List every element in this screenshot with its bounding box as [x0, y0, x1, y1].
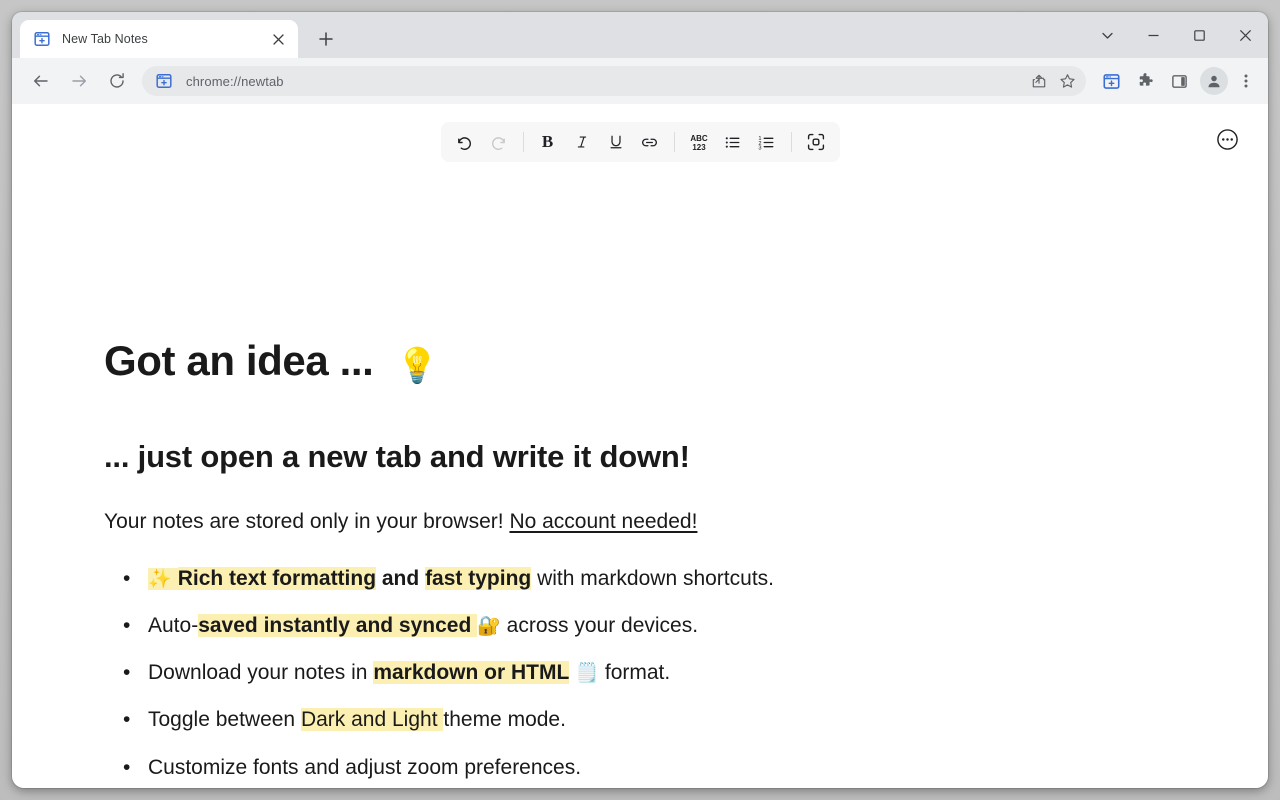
note-heading-text: Got an idea ... [104, 337, 373, 384]
bullet-autosave-part-0: Auto- [148, 614, 198, 637]
tab-title: New Tab Notes [62, 32, 268, 46]
note-subheading: ... just open a new tab and write it dow… [104, 438, 1208, 475]
new-tab-button[interactable] [312, 25, 340, 53]
note-lead-underlined: No account needed! [509, 510, 697, 533]
share-icon[interactable] [1026, 68, 1052, 94]
lightbulb-icon: 💡 [396, 346, 438, 386]
word-count-button[interactable]: ABC 123 [682, 127, 716, 157]
bullet-autosave-part-2: 🔐 [477, 615, 501, 637]
toolbar-divider [791, 132, 792, 152]
numbered-list-button[interactable]: 1 2 3 [750, 127, 784, 157]
page-content: B [12, 104, 1268, 788]
bullet-autosave-part-1: saved instantly and synced [198, 614, 477, 637]
extensions-puzzle-icon[interactable] [1130, 66, 1160, 96]
bullet-rich-text-part-2: and [376, 567, 425, 590]
site-favicon-icon [156, 73, 172, 89]
bullet-rich-text-part-4: with markdown shortcuts. [531, 567, 774, 590]
redo-button[interactable] [482, 127, 516, 157]
editor-toolbar: B [441, 122, 840, 162]
minimize-button[interactable] [1130, 15, 1176, 55]
bullet-download-part-3: format. [599, 661, 670, 684]
focus-mode-button[interactable] [799, 127, 833, 157]
bullet-download: Download your notes in markdown or HTML … [148, 660, 1208, 686]
note-lead-plain: Your notes are stored only in your brows… [104, 510, 509, 533]
note-editor[interactable]: Got an idea ... 💡 ... just open a new ta… [104, 336, 1208, 788]
reload-button[interactable] [102, 66, 132, 96]
bullet-rich-text-part-1: Rich text formatting [178, 567, 376, 590]
bullet-download-part-2: 🗒️ [569, 662, 599, 684]
toolbar-divider [523, 132, 524, 152]
bullet-fonts-part-0: Customize fonts and adjust zoom preferen… [148, 756, 581, 779]
toolbar-divider [674, 132, 675, 152]
close-window-button[interactable] [1222, 15, 1268, 55]
italic-button[interactable] [565, 127, 599, 157]
bullet-theme-part-0: Toggle between [148, 708, 301, 731]
side-panel-icon[interactable] [1164, 66, 1194, 96]
chrome-menu-icon[interactable] [1232, 66, 1260, 96]
svg-text:123: 123 [692, 143, 706, 152]
browser-toolbar: chrome://newtab [12, 58, 1268, 104]
new-tab-notes-extension-icon[interactable] [1096, 66, 1126, 96]
link-button[interactable] [633, 127, 667, 157]
address-bar[interactable]: chrome://newtab [142, 66, 1086, 96]
profile-avatar[interactable] [1200, 67, 1228, 95]
more-options-button[interactable] [1212, 124, 1242, 154]
maximize-button[interactable] [1176, 15, 1222, 55]
tab-search-button[interactable] [1084, 15, 1130, 55]
tab-strip: New Tab Notes [12, 12, 1268, 58]
note-bullet-list: ✨ Rich text formatting and fast typing w… [104, 566, 1208, 781]
bullet-list-button[interactable] [716, 127, 750, 157]
bullet-autosave-part-3: across your devices. [501, 614, 698, 637]
forward-button[interactable] [64, 66, 94, 96]
bullet-rich-text-part-0: ✨ [148, 568, 178, 590]
browser-tab[interactable]: New Tab Notes [20, 20, 298, 58]
new-tab-notes-favicon-icon [34, 31, 50, 47]
svg-text:ABC: ABC [690, 134, 708, 143]
bullet-autosave: Auto-saved instantly and synced 🔐 across… [148, 613, 1208, 639]
bullet-theme-part-1: Dark and Light [301, 708, 443, 731]
note-lead-paragraph: Your notes are stored only in your brows… [104, 509, 1208, 535]
bullet-theme: Toggle between Dark and Light theme mode… [148, 707, 1208, 733]
bookmark-star-icon[interactable] [1054, 68, 1080, 94]
address-bar-url: chrome://newtab [186, 74, 1024, 89]
bullet-download-part-0: Download your notes in [148, 661, 373, 684]
note-heading: Got an idea ... 💡 [104, 336, 1208, 386]
bullet-rich-text: ✨ Rich text formatting and fast typing w… [148, 566, 1208, 592]
browser-window: New Tab Notes [12, 12, 1268, 788]
editor-toolbar-container: B [12, 122, 1268, 162]
bullet-fonts: Customize fonts and adjust zoom preferen… [148, 755, 1208, 781]
back-button[interactable] [26, 66, 56, 96]
svg-text:3: 3 [758, 145, 761, 151]
bullet-theme-part-2: theme mode. [443, 708, 566, 731]
undo-button[interactable] [448, 127, 482, 157]
bold-button[interactable]: B [531, 127, 565, 157]
window-controls [1084, 12, 1268, 58]
close-tab-icon[interactable] [268, 29, 288, 49]
underline-button[interactable] [599, 127, 633, 157]
bullet-rich-text-part-3: fast typing [425, 567, 531, 590]
desktop-background: New Tab Notes [0, 0, 1280, 800]
bullet-download-part-1: markdown or HTML [373, 661, 569, 684]
